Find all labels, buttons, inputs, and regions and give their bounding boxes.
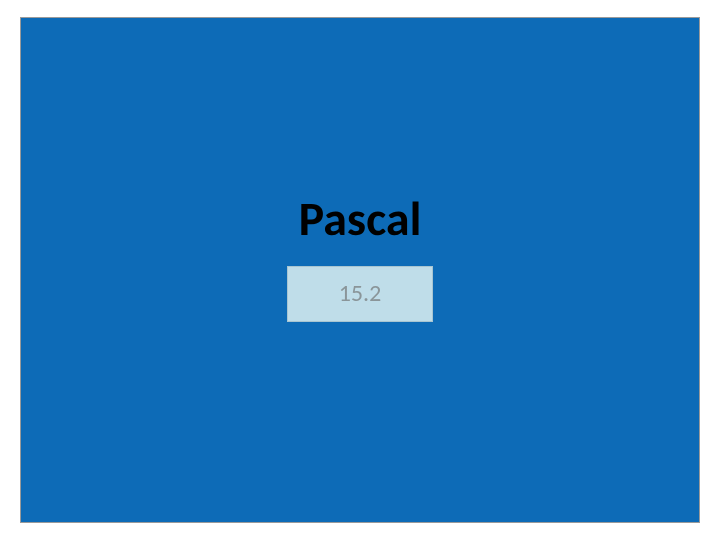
subtitle-text: 15.2 xyxy=(339,279,382,308)
slide: Pascal 15.2 xyxy=(20,17,700,523)
slide-title: Pascal xyxy=(299,189,422,248)
subtitle-box: 15.2 xyxy=(287,266,433,322)
